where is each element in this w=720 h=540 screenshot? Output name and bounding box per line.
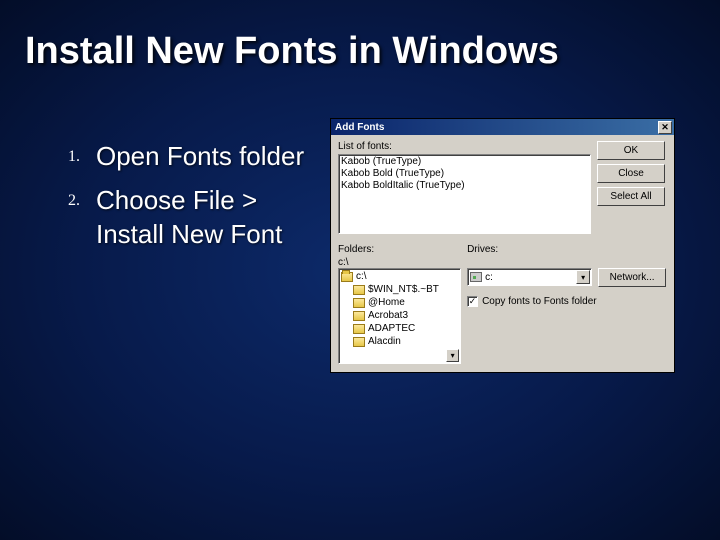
dialog-title: Add Fonts: [335, 122, 656, 133]
tree-item[interactable]: Alacdin: [341, 335, 458, 348]
step-text: Open Fonts folder: [96, 140, 304, 174]
folder-icon: [353, 337, 365, 347]
tree-item[interactable]: $WIN_NT$.~BT: [341, 283, 458, 296]
list-item[interactable]: Kabob Bold (TrueType): [341, 168, 588, 180]
step-number: 1.: [60, 140, 96, 166]
step-item: 2. Choose File > Install New Font: [60, 184, 310, 252]
current-path: c:\: [338, 257, 349, 268]
drive-icon: [470, 272, 482, 282]
folder-open-icon: [341, 272, 353, 282]
step-item: 1. Open Fonts folder: [60, 140, 310, 174]
fonts-listbox[interactable]: Kabob (TrueType) Kabob Bold (TrueType) K…: [338, 154, 591, 234]
folder-icon: [353, 285, 365, 295]
dialog-titlebar[interactable]: Add Fonts ✕: [331, 119, 674, 135]
step-text: Choose File > Install New Font: [96, 184, 310, 252]
close-icon[interactable]: ✕: [658, 121, 672, 134]
add-fonts-dialog: Add Fonts ✕ List of fonts: Kabob (TrueTy…: [330, 118, 675, 373]
drive-value: c:: [485, 272, 493, 283]
tree-item[interactable]: c:\: [341, 270, 458, 283]
close-button[interactable]: Close: [597, 164, 665, 183]
list-item[interactable]: Kabob BoldItalic (TrueType): [341, 180, 588, 192]
tree-item[interactable]: Acrobat3: [341, 309, 458, 322]
step-number: 2.: [60, 184, 96, 210]
folder-icon: [353, 311, 365, 321]
fonts-list-label: List of fonts:: [338, 141, 591, 152]
select-all-button[interactable]: Select All: [597, 187, 665, 206]
tree-item[interactable]: ADAPTEC: [341, 322, 458, 335]
folder-icon: [353, 298, 365, 308]
list-item[interactable]: Kabob (TrueType): [341, 156, 588, 168]
folders-tree[interactable]: c:\ $WIN_NT$.~BT @Home Acrobat3 ADAPTEC …: [338, 268, 461, 364]
folders-label: Folders:: [338, 244, 461, 255]
checkbox-label: Copy fonts to Fonts folder: [482, 296, 597, 307]
network-button[interactable]: Network...: [598, 268, 666, 287]
steps-list: 1. Open Fonts folder 2. Choose File > In…: [60, 140, 310, 261]
drives-label: Drives:: [467, 244, 592, 255]
slide-title: Install New Fonts in Windows: [25, 30, 559, 73]
folder-icon: [353, 324, 365, 334]
tree-item[interactable]: @Home: [341, 296, 458, 309]
ok-button[interactable]: OK: [597, 141, 665, 160]
chevron-down-icon[interactable]: ▾: [576, 270, 590, 284]
checkbox-icon[interactable]: ✓: [467, 296, 478, 307]
scroll-down-icon[interactable]: ▾: [446, 349, 459, 362]
drives-combobox[interactable]: c: ▾: [467, 268, 592, 286]
